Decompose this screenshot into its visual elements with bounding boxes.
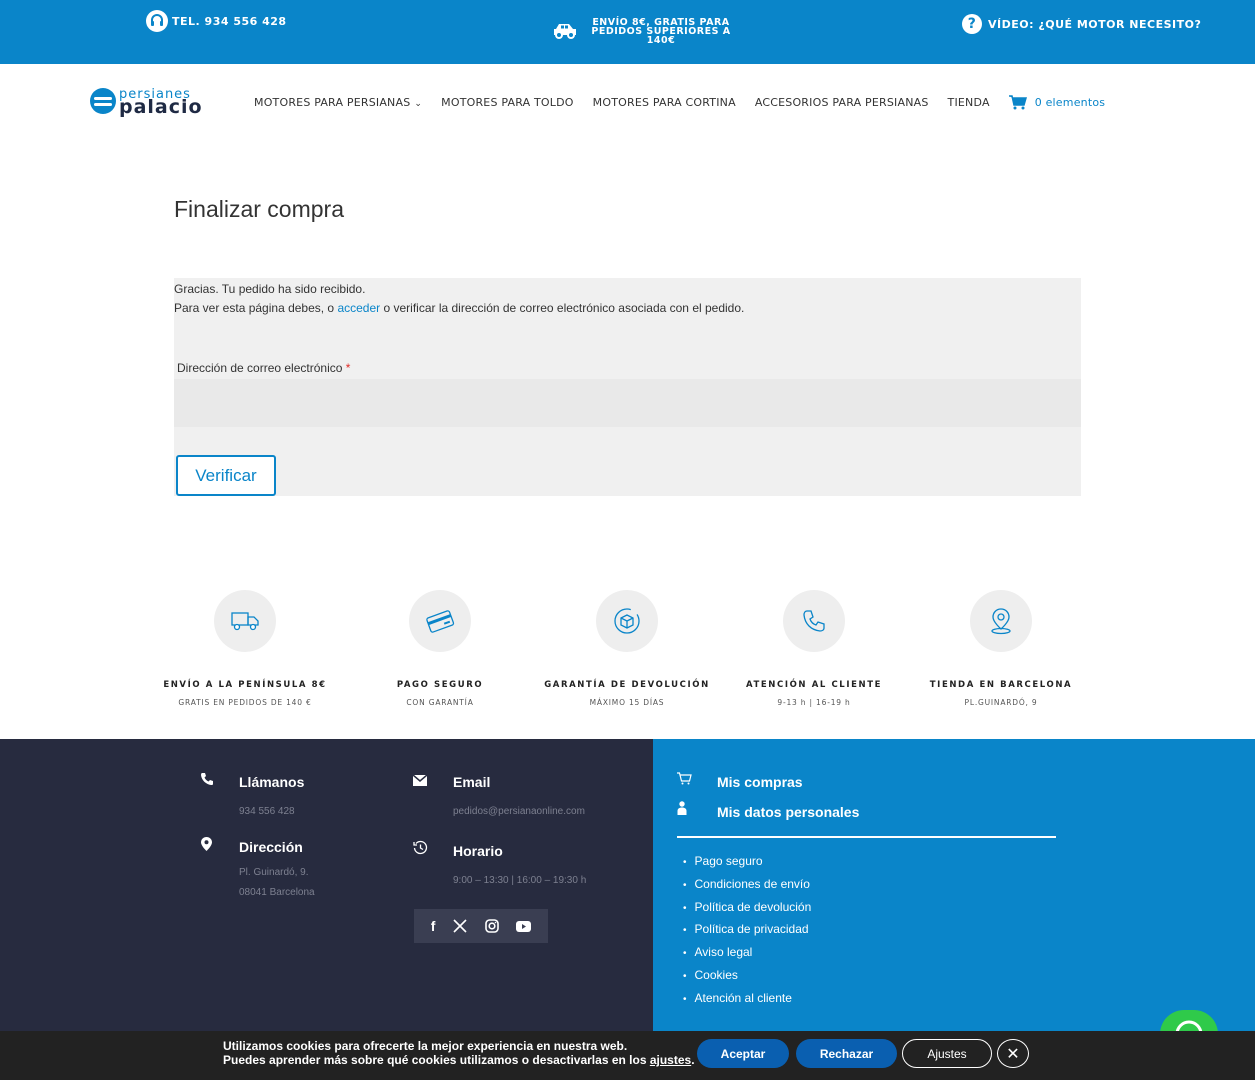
verify-instructions: Para ver esta página debes, o acceder o …: [174, 301, 745, 315]
feature-subtitle: 9-13 h | 16-19 h: [777, 698, 851, 707]
required-mark: *: [345, 361, 351, 375]
phone-icon: [783, 590, 845, 652]
feature-shipping: ENVÍO A LA PENÍNSULA 8€ GRATIS EN PEDIDO…: [150, 590, 340, 707]
footer-contact: Llámanos 934 556 428 Email pedidos@persi…: [0, 739, 653, 1031]
location-pin-icon: [970, 590, 1032, 652]
location-pin-icon: [201, 837, 212, 854]
feature-subtitle: CON GARANTÍA: [406, 698, 474, 707]
top-shipping: ENVÍO 8€, GRATIS PARA PEDIDOS SUPERIORES…: [552, 18, 736, 45]
instagram-icon[interactable]: [484, 919, 499, 933]
chevron-down-icon: ⌄: [414, 99, 423, 109]
footer-link-atencion-cliente[interactable]: Atención al cliente: [683, 988, 811, 1011]
feature-payment: PAGO SEGURO CON GARANTÍA: [345, 590, 535, 707]
cart-icon: [677, 772, 692, 788]
top-video-label: VÍDEO: ¿QUÉ MOTOR NECESITO?: [988, 17, 1202, 31]
feature-subtitle: PL.GUINARDÓ, 9: [964, 698, 1038, 707]
my-data-link[interactable]: Mis datos personales: [717, 804, 859, 820]
verify-order-panel: Gracias. Tu pedido ha sido recibido. Par…: [174, 278, 1081, 496]
nav-item-tienda[interactable]: TIENDA: [948, 96, 990, 109]
feature-title: GARANTÍA DE DEVOLUCIÓN: [544, 680, 710, 690]
footer-address-line2: 08041 Barcelona: [239, 887, 315, 898]
truck-icon: [214, 590, 276, 652]
accept-cookies-button[interactable]: Aceptar: [697, 1039, 789, 1068]
footer-call-title: Llámanos: [239, 774, 305, 790]
facebook-icon[interactable]: f: [431, 918, 436, 934]
top-shipping-label: ENVÍO 8€, GRATIS PARA PEDIDOS SUPERIORES…: [591, 17, 731, 46]
my-purchases-link[interactable]: Mis compras: [717, 774, 803, 790]
order-received-message: Gracias. Tu pedido ha sido recibido.: [174, 282, 366, 296]
cart-icon: [1008, 95, 1027, 110]
site-logo[interactable]: persianes palacio: [90, 88, 203, 118]
verify-button[interactable]: Verificar: [176, 455, 276, 496]
footer-address-line1: Pl. Guinardó, 9.: [239, 867, 309, 878]
footer-email-value[interactable]: pedidos@persianaonline.com: [453, 802, 585, 822]
feature-title: TIENDA EN BARCELONA: [929, 680, 1073, 690]
credit-card-icon: [409, 590, 471, 652]
footer-call: Llámanos 934 556 428: [239, 774, 304, 822]
feature-title: ENVÍO A LA PENÍNSULA 8€: [163, 680, 327, 690]
logo-mark: [90, 88, 116, 114]
phone-icon: [200, 772, 214, 789]
feature-returns: GARANTÍA DE DEVOLUCIÓN MÁXIMO 15 DÍAS: [532, 590, 722, 707]
feature-subtitle: GRATIS EN PEDIDOS DE 140 €: [178, 698, 312, 707]
footer-link-politica-privacidad[interactable]: Política de privacidad: [683, 919, 811, 942]
close-icon[interactable]: ✕: [997, 1039, 1029, 1068]
footer-divider: [677, 836, 1056, 838]
page-title: Finalizar compra: [174, 196, 344, 222]
footer-call-value[interactable]: 934 556 428: [239, 802, 304, 822]
nav-item-motores-persianas[interactable]: MOTORES PARA PERSIANAS ⌄: [254, 96, 422, 109]
footer-account: Mis compras Mis datos personales Pago se…: [653, 739, 1255, 1031]
feature-store: TIENDA EN BARCELONA PL.GUINARDÓ, 9: [906, 590, 1096, 707]
top-bar: TEL. 934 556 428 ENVÍO 8€, GRATIS PARA P…: [0, 0, 1255, 64]
feature-subtitle: MÁXIMO 15 DÍAS: [589, 698, 665, 707]
nav-item-motores-toldo[interactable]: MOTORES PARA TOLDO: [441, 96, 574, 109]
history-icon: [413, 840, 428, 858]
footer-link-politica-devolucion[interactable]: Política de devolución: [683, 897, 812, 920]
site-header: persianes palacio MOTORES PARA PERSIANAS…: [0, 64, 1255, 140]
main-nav: MOTORES PARA PERSIANAS ⌄ MOTORES PARA TOL…: [254, 95, 1105, 110]
top-video-link[interactable]: ? VÍDEO: ¿QUÉ MOTOR NECESITO?: [962, 14, 1201, 34]
cookie-settings-button[interactable]: Ajustes: [902, 1039, 992, 1068]
user-icon: [677, 801, 687, 818]
top-phone-label: TEL. 934 556 428: [172, 14, 287, 28]
nav-item-accesorios[interactable]: ACCESORIOS PARA PERSIANAS: [755, 96, 929, 109]
cookie-text: Utilizamos cookies para ofrecerte la mej…: [223, 1039, 695, 1067]
question-icon: ?: [962, 14, 982, 34]
footer-address-title: Dirección: [239, 839, 303, 855]
footer-hours-title: Horario: [453, 843, 503, 859]
headset-icon: [146, 10, 168, 32]
footer-hours: Horario 9:00 – 13:30 | 16:00 – 19:30 h: [453, 843, 586, 891]
footer-link-cookies[interactable]: Cookies: [683, 965, 811, 988]
footer-link-aviso-legal[interactable]: Aviso legal: [683, 942, 811, 965]
footer-hours-value: 9:00 – 13:30 | 16:00 – 19:30 h: [453, 875, 587, 886]
reject-cookies-button[interactable]: Rechazar: [796, 1039, 897, 1068]
footer-links: Pago seguro Condiciones de envío Polític…: [683, 851, 812, 1011]
footer-link-pago-seguro[interactable]: Pago seguro: [683, 851, 811, 874]
car-icon: [552, 21, 578, 42]
cookie-banner: Utilizamos cookies para ofrecerte la mej…: [0, 1031, 1255, 1080]
top-phone[interactable]: TEL. 934 556 428: [146, 10, 287, 32]
cart-label: 0 elementos: [1034, 96, 1106, 109]
footer-address: Dirección Pl. Guinardó, 9. 08041 Barcelo…: [239, 839, 315, 903]
cart-link[interactable]: 0 elementos: [1008, 95, 1106, 110]
footer-email-title: Email: [453, 774, 491, 790]
features-row: ENVÍO A LA PENÍNSULA 8€ GRATIS EN PEDIDO…: [150, 590, 1105, 720]
login-link[interactable]: acceder: [337, 301, 380, 315]
email-label: Dirección de correo electrónico *: [177, 361, 351, 375]
logo-line2: palacio: [119, 96, 203, 118]
footer-email: Email pedidos@persianaonline.com: [453, 774, 585, 822]
feature-title: PAGO SEGURO: [396, 680, 484, 690]
envelope-icon: [412, 773, 428, 789]
feature-title: ATENCIÓN AL CLIENTE: [745, 680, 883, 690]
social-links: f: [414, 909, 548, 943]
return-box-icon: [596, 590, 658, 652]
email-field[interactable]: [174, 379, 1081, 427]
youtube-icon[interactable]: [516, 920, 532, 932]
feature-customer-service: ATENCIÓN AL CLIENTE 9-13 h | 16-19 h: [719, 590, 909, 707]
nav-item-motores-cortina[interactable]: MOTORES PARA CORTINA: [593, 96, 736, 109]
footer-link-condiciones-envio[interactable]: Condiciones de envío: [683, 874, 811, 897]
x-icon[interactable]: [453, 919, 467, 933]
cookie-settings-link[interactable]: ajustes: [650, 1053, 691, 1067]
